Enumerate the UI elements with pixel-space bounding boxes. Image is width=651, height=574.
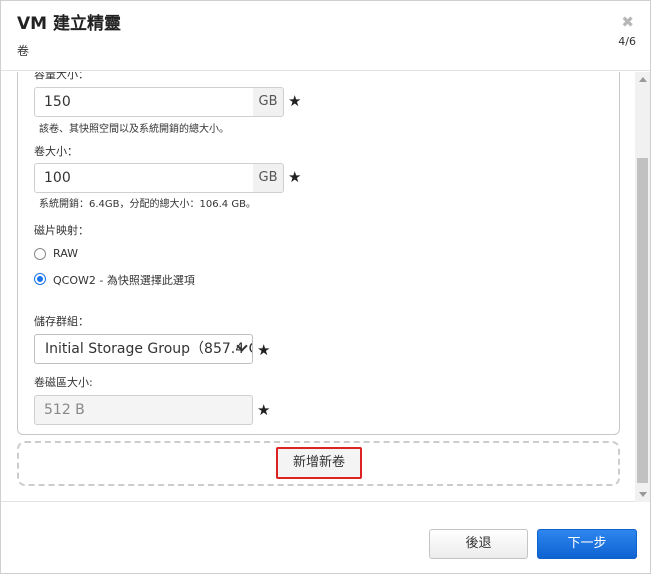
- dialog-footer: 後退 下一步: [1, 503, 650, 573]
- close-icon[interactable]: ✖: [621, 13, 634, 31]
- size-unit: GB: [253, 163, 284, 193]
- storage-group-label: 儲存群組：: [34, 315, 89, 328]
- scroll-up-icon[interactable]: [639, 77, 647, 82]
- storage-group-select[interactable]: Initial Storage Group（857.4 G: [34, 334, 253, 364]
- required-star: ★: [257, 401, 271, 419]
- dialog-header: VM 建立精靈 卷 ✖ 4/6: [1, 1, 650, 71]
- back-button[interactable]: 後退: [429, 529, 528, 559]
- capacity-input[interactable]: 150: [34, 87, 254, 117]
- required-star: ★: [288, 92, 302, 110]
- storage-group-value: Initial Storage Group（857.4 G: [45, 341, 253, 357]
- scroll-down-icon[interactable]: [639, 492, 647, 497]
- step-title: 卷: [17, 44, 30, 58]
- wizard-content: 容量大小： 150 GB ★ 該卷、其快照空間以及系統開銷的總大小。 卷大小： …: [1, 72, 650, 502]
- block-size-input[interactable]: 512 B: [34, 395, 253, 425]
- capacity-label: 容量大小：: [34, 72, 89, 81]
- required-star: ★: [257, 341, 271, 359]
- required-star: ★: [288, 168, 302, 186]
- capacity-hint: 該卷、其快照空間以及系統開銷的總大小。: [39, 124, 229, 135]
- capacity-unit: GB: [253, 87, 284, 117]
- content-scrollbar[interactable]: [635, 72, 650, 502]
- radio-qcow2-label[interactable]: QCOW2 - 為快照選擇此選項: [53, 272, 195, 288]
- block-size-label: 卷磁區大小:: [34, 376, 93, 389]
- add-volume-button[interactable]: 新增新卷: [276, 447, 362, 479]
- dialog-title: VM 建立精靈: [17, 14, 121, 34]
- disk-map-label: 磁片映射：: [34, 224, 89, 237]
- size-hint: 系統開銷：6.4GB，分配的總大小：106.4 GB。: [39, 199, 256, 210]
- next-button[interactable]: 下一步: [537, 529, 637, 559]
- size-label: 卷大小：: [34, 145, 78, 158]
- step-indicator: 4/6: [618, 35, 636, 48]
- volume-panel: 容量大小： 150 GB ★ 該卷、其快照空間以及系統開銷的總大小。 卷大小： …: [17, 72, 620, 435]
- size-input[interactable]: 100: [34, 163, 254, 193]
- radio-raw[interactable]: [34, 248, 46, 260]
- radio-qcow2[interactable]: [34, 273, 46, 285]
- add-volume-zone: 新增新卷: [17, 441, 620, 486]
- vm-wizard-dialog: VM 建立精靈 卷 ✖ 4/6 容量大小： 150 GB ★ 該卷、其快照空間以…: [0, 0, 651, 574]
- radio-raw-label[interactable]: RAW: [53, 247, 78, 260]
- scroll-thumb[interactable]: [637, 158, 648, 483]
